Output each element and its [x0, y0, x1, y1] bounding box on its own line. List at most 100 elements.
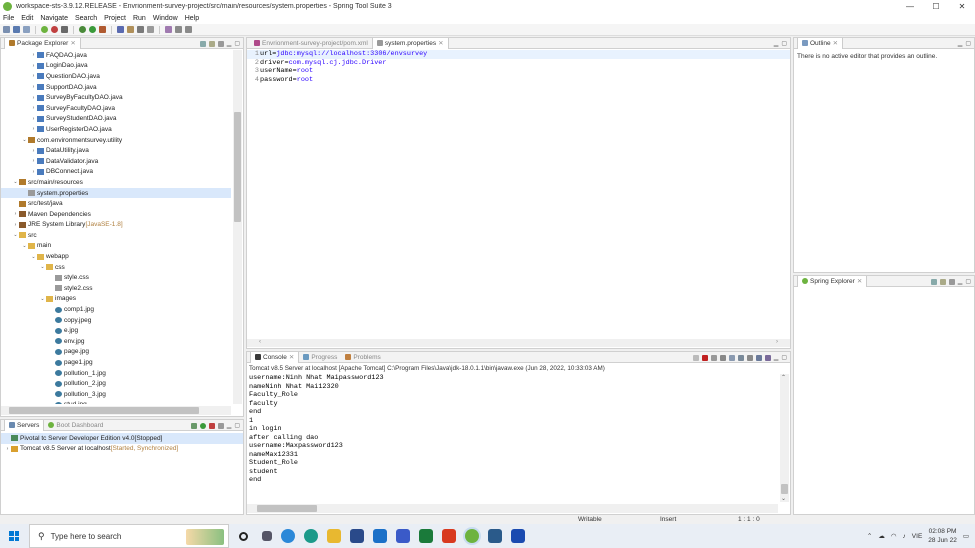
back-icon[interactable] [175, 26, 182, 33]
excel-icon[interactable] [419, 529, 433, 543]
expand-arrow[interactable]: › [30, 148, 37, 154]
save-icon[interactable] [13, 26, 20, 33]
package-explorer-vscroll[interactable] [233, 50, 242, 404]
cortana-icon[interactable] [239, 531, 248, 541]
minimize-view-icon[interactable]: ▁ [774, 40, 779, 47]
new-icon[interactable] [3, 26, 10, 33]
tree-item[interactable]: › QuestionDAO.java [1, 71, 231, 82]
tab-problems[interactable]: Problems [341, 352, 384, 363]
mail-icon[interactable] [373, 529, 387, 543]
tree-item[interactable]: ⌄ src/main/resources [1, 177, 231, 188]
display-console-icon[interactable] [755, 354, 762, 361]
tree-item[interactable]: › DataUtility.java [1, 145, 231, 156]
expand-arrow[interactable]: › [30, 52, 37, 58]
tab-boot-dashboard[interactable]: Boot Dashboard [44, 420, 107, 431]
minimize-view-icon[interactable]: ▁ [958, 278, 963, 285]
expand-arrow[interactable]: › [12, 222, 19, 228]
terminate-icon[interactable] [701, 354, 708, 361]
maximize-view-icon[interactable]: ▢ [965, 40, 971, 47]
scroll-lock-icon[interactable] [728, 354, 735, 361]
hscroll-thumb[interactable] [9, 407, 199, 414]
tree-item[interactable]: › SupportDAO.java [1, 82, 231, 93]
remove-all-icon[interactable] [710, 354, 717, 361]
tree-item[interactable]: pollution_2.jpg [1, 378, 231, 389]
network-icon[interactable]: ◠ [891, 532, 897, 540]
tree-item[interactable]: page1.jpg [1, 357, 231, 368]
tree-item[interactable]: comp1.jpg [1, 304, 231, 315]
remove-launch-icon[interactable] [692, 354, 699, 361]
expand-arrow[interactable]: ⌄ [21, 243, 28, 249]
menu-navigate[interactable]: Navigate [40, 15, 68, 22]
expand-arrow[interactable]: › [30, 73, 37, 79]
tree-item[interactable]: ⌄ com.environmentsurvey.utility [1, 135, 231, 146]
view-menu-icon[interactable] [217, 422, 224, 429]
tree-item[interactable]: ⌄ webapp [1, 251, 231, 262]
tree-item[interactable]: › DataValidator.java [1, 156, 231, 167]
close-tab-icon[interactable]: ⨯ [70, 38, 75, 49]
close-tab-icon[interactable]: ⨯ [438, 38, 443, 49]
link-editor-icon[interactable] [208, 40, 215, 47]
tab-pom-xml[interactable]: Envrionment-survey-project/pom.xml [250, 38, 372, 49]
edge-icon[interactable] [281, 529, 295, 543]
collapse-all-icon[interactable] [199, 40, 206, 47]
vscroll-thumb[interactable] [781, 484, 788, 494]
expand-arrow[interactable]: › [30, 158, 37, 164]
volume-icon[interactable]: ♪ [903, 533, 906, 540]
close-tab-icon[interactable]: ⨯ [833, 38, 838, 49]
minimize-view-icon[interactable]: ▁ [227, 40, 232, 47]
vscroll-thumb[interactable] [234, 112, 241, 222]
menu-search[interactable]: Search [75, 15, 97, 22]
tree-item[interactable]: system.properties [1, 187, 231, 199]
scroll-left-icon[interactable]: ‹ [259, 339, 261, 345]
start-server-icon[interactable] [190, 422, 197, 429]
tray-chevron-icon[interactable]: ⌃ [867, 532, 872, 540]
expand-arrow[interactable]: ⌄ [39, 296, 46, 302]
maximize-view-icon[interactable]: ▢ [234, 40, 240, 47]
menu-file[interactable]: File [3, 15, 14, 22]
view-menu-icon[interactable] [948, 278, 955, 285]
office-icon[interactable] [442, 529, 456, 543]
tree-item[interactable]: › SurveyByFacultyDAO.java [1, 92, 231, 103]
package-explorer-hscroll[interactable] [1, 406, 231, 415]
code-line[interactable]: 4 password = root [247, 76, 790, 85]
expand-arrow[interactable]: › [4, 446, 11, 452]
clear-console-icon[interactable] [719, 354, 726, 361]
expand-arrow[interactable]: ⌄ [12, 232, 19, 238]
link-editor-icon[interactable] [939, 278, 946, 285]
expand-arrow[interactable]: › [30, 63, 37, 69]
menu-project[interactable]: Project [104, 15, 126, 22]
maximize-view-icon[interactable]: ▢ [781, 354, 787, 361]
edge-dev-icon[interactable] [304, 529, 318, 543]
tree-item[interactable]: pollution_3.jpg [1, 389, 231, 400]
menu-edit[interactable]: Edit [21, 15, 33, 22]
tree-item[interactable]: src/test/java [1, 198, 231, 209]
expand-arrow[interactable]: › [30, 105, 37, 111]
maximize-view-icon[interactable]: ▢ [965, 278, 971, 285]
tab-package-explorer[interactable]: Package Explorer ⨯ [4, 37, 81, 49]
tab-progress[interactable]: Progress [299, 352, 341, 363]
store-icon[interactable] [350, 529, 364, 543]
close-tab-icon[interactable]: ⨯ [857, 276, 862, 287]
sts-taskbar-icon[interactable] [465, 529, 479, 543]
tree-item[interactable]: › SurveyFacultyDAO.java [1, 103, 231, 114]
tree-item[interactable]: ⌄ src [1, 230, 231, 241]
search-icon[interactable] [147, 26, 154, 33]
close-tab-icon[interactable]: ⨯ [289, 352, 294, 363]
tab-console[interactable]: Console ⨯ [250, 351, 300, 363]
minimize-button[interactable]: — [897, 2, 923, 11]
expand-arrow[interactable]: ⌄ [12, 179, 19, 185]
open-type-icon[interactable] [137, 26, 144, 33]
task-view-icon[interactable] [262, 531, 272, 541]
code-line[interactable]: 1 url = jdbc:mysql://localhost:3306/envsurv… [247, 50, 790, 59]
expand-arrow[interactable]: › [30, 116, 37, 122]
tab-servers[interactable]: Servers [4, 419, 45, 431]
tree-item[interactable]: › SurveyStudentDAO.java [1, 114, 231, 125]
console-hscroll[interactable] [247, 504, 778, 513]
tree-item[interactable]: › LoginDao.java [1, 61, 231, 72]
tree-item[interactable]: env.jpg [1, 336, 231, 347]
maximize-button[interactable]: ☐ [923, 2, 949, 11]
external-tools-icon[interactable] [99, 26, 106, 33]
expand-arrow[interactable]: › [30, 95, 37, 101]
save-all-icon[interactable] [23, 26, 30, 33]
console-output[interactable]: username:Ninh Nhat Maipassword123 nameNin… [249, 374, 778, 502]
